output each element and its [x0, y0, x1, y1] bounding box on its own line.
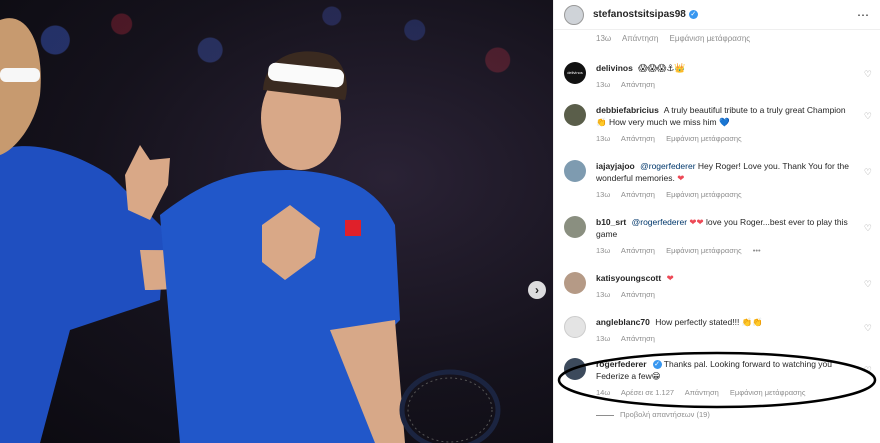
- blue-heart-emoji: 💙: [719, 117, 730, 127]
- comment-time: 13ω: [596, 34, 612, 43]
- like-heart-icon[interactable]: ♡: [864, 323, 872, 334]
- translate-button[interactable]: Εμφάνιση μετάφρασης: [666, 134, 742, 143]
- next-photo-button[interactable]: ›: [528, 281, 546, 299]
- comment-username[interactable]: katisyoungscott: [596, 273, 661, 283]
- comment-body: iajayjajoo @rogerfederer Hey Roger! Love…: [596, 160, 874, 184]
- comment-body: debbiefabricius A truly beautiful tribut…: [596, 104, 874, 128]
- comment-username[interactable]: angleblanc70: [596, 317, 650, 327]
- comment-username[interactable]: iajayjajoo: [596, 161, 635, 171]
- reply-button[interactable]: Απάντηση: [621, 290, 655, 299]
- comment-text: How perfectly stated!!! 👏👏: [655, 317, 763, 327]
- like-heart-icon[interactable]: ♡: [864, 69, 872, 80]
- reply-button[interactable]: Απάντηση: [621, 190, 655, 199]
- comment-iajayjajoo: iajayjajoo @rogerfederer Hey Roger! Love…: [564, 160, 874, 199]
- comment-meta: 13ω Απάντηση: [596, 290, 874, 299]
- comment-meta: 13ω Απάντηση Εμφάνιση μετάφρασης •••: [596, 246, 874, 255]
- translate-button[interactable]: Εμφάνιση μετάφρασης: [666, 190, 742, 199]
- post-header: stefanostsitsipas98 ✓ ⋯: [554, 0, 880, 30]
- annotation-ellipse: [557, 351, 877, 409]
- comment-katisyoungscott: katisyoungscott ❤ 13ω Απάντηση ♡: [564, 272, 874, 299]
- comment-time: 13ω: [596, 134, 611, 143]
- previous-comment-meta: 13ω Απάντηση Εμφάνιση μετάφρασης: [596, 34, 759, 43]
- comment-time: 13ω: [596, 246, 611, 255]
- red-hearts-emoji: ❤❤: [689, 217, 704, 227]
- comment-username[interactable]: delivinos: [596, 63, 633, 73]
- more-options-icon[interactable]: ⋯: [857, 8, 870, 22]
- like-heart-icon[interactable]: ♡: [864, 223, 872, 234]
- post-photo[interactable]: ›: [0, 0, 553, 443]
- comment-debbiefabricius: debbiefabricius A truly beautiful tribut…: [564, 104, 874, 143]
- instagram-post-view: › stefanostsitsipas98 ✓ ⋯ 13ω Απάντηση Ε…: [0, 0, 880, 443]
- comment-angleblanc70: angleblanc70 How perfectly stated!!! 👏👏 …: [564, 316, 874, 343]
- comment-delivinos: delivinos delivinos 😱😱😱⚓👑 13ω Απάντηση ♡: [564, 62, 874, 89]
- verified-icon: ✓: [688, 10, 698, 19]
- author-username[interactable]: stefanostsitsipas98: [593, 9, 686, 20]
- comment-options-icon[interactable]: •••: [753, 246, 761, 255]
- reply-button[interactable]: Απάντηση: [622, 34, 658, 43]
- author-avatar[interactable]: [564, 4, 584, 25]
- comment-meta: 13ω Απάντηση: [596, 80, 874, 89]
- comment-body: angleblanc70 How perfectly stated!!! 👏👏: [596, 316, 874, 328]
- avatar[interactable]: [564, 104, 586, 126]
- like-heart-icon[interactable]: ♡: [864, 111, 872, 122]
- comment-b10-srt: b10_srt @rogerfederer ❤❤ love you Roger.…: [564, 216, 874, 255]
- avatar[interactable]: [564, 272, 586, 294]
- translate-button[interactable]: Εμφάνιση μετάφρασης: [670, 34, 751, 43]
- reply-button[interactable]: Απάντηση: [621, 80, 655, 89]
- comment-meta: 13ω Απάντηση: [596, 334, 874, 343]
- translate-button[interactable]: Εμφάνιση μετάφρασης: [666, 246, 742, 255]
- red-heart-emoji: ❤: [677, 173, 685, 183]
- comment-meta: 13ω Απάντηση Εμφάνιση μετάφρασης: [596, 190, 874, 199]
- reply-button[interactable]: Απάντηση: [621, 334, 655, 343]
- comment-time: 13ω: [596, 334, 611, 343]
- comment-time: 13ω: [596, 290, 611, 299]
- avatar[interactable]: [564, 160, 586, 182]
- like-heart-icon[interactable]: ♡: [864, 279, 872, 290]
- avatar[interactable]: delivinos: [564, 62, 586, 84]
- like-heart-icon[interactable]: ♡: [864, 167, 872, 178]
- comment-text: 😱😱😱⚓👑: [638, 63, 686, 73]
- comment-time: 13ω: [596, 80, 611, 89]
- divider-line: [596, 414, 614, 416]
- red-heart-emoji: ❤: [666, 273, 674, 283]
- comment-username[interactable]: debbiefabricius: [596, 105, 659, 115]
- comment-meta: 13ω Απάντηση Εμφάνιση μετάφρασης: [596, 134, 874, 143]
- avatar[interactable]: [564, 316, 586, 338]
- comment-mention[interactable]: @rogerfederer: [632, 217, 687, 227]
- comment-body: b10_srt @rogerfederer ❤❤ love you Roger.…: [596, 216, 874, 240]
- comment-time: 13ω: [596, 190, 611, 199]
- comment-body: delivinos 😱😱😱⚓👑: [596, 62, 874, 74]
- view-replies-button[interactable]: Προβολή απαντήσεων (19): [596, 410, 710, 419]
- view-replies-label: Προβολή απαντήσεων (19): [620, 410, 710, 419]
- comment-mention[interactable]: @rogerfederer: [640, 161, 695, 171]
- avatar[interactable]: [564, 216, 586, 238]
- players-illustration: [0, 18, 501, 443]
- comment-body: katisyoungscott ❤: [596, 272, 874, 284]
- comment-username[interactable]: b10_srt: [596, 217, 626, 227]
- reply-button[interactable]: Απάντηση: [621, 246, 655, 255]
- reply-button[interactable]: Απάντηση: [621, 134, 655, 143]
